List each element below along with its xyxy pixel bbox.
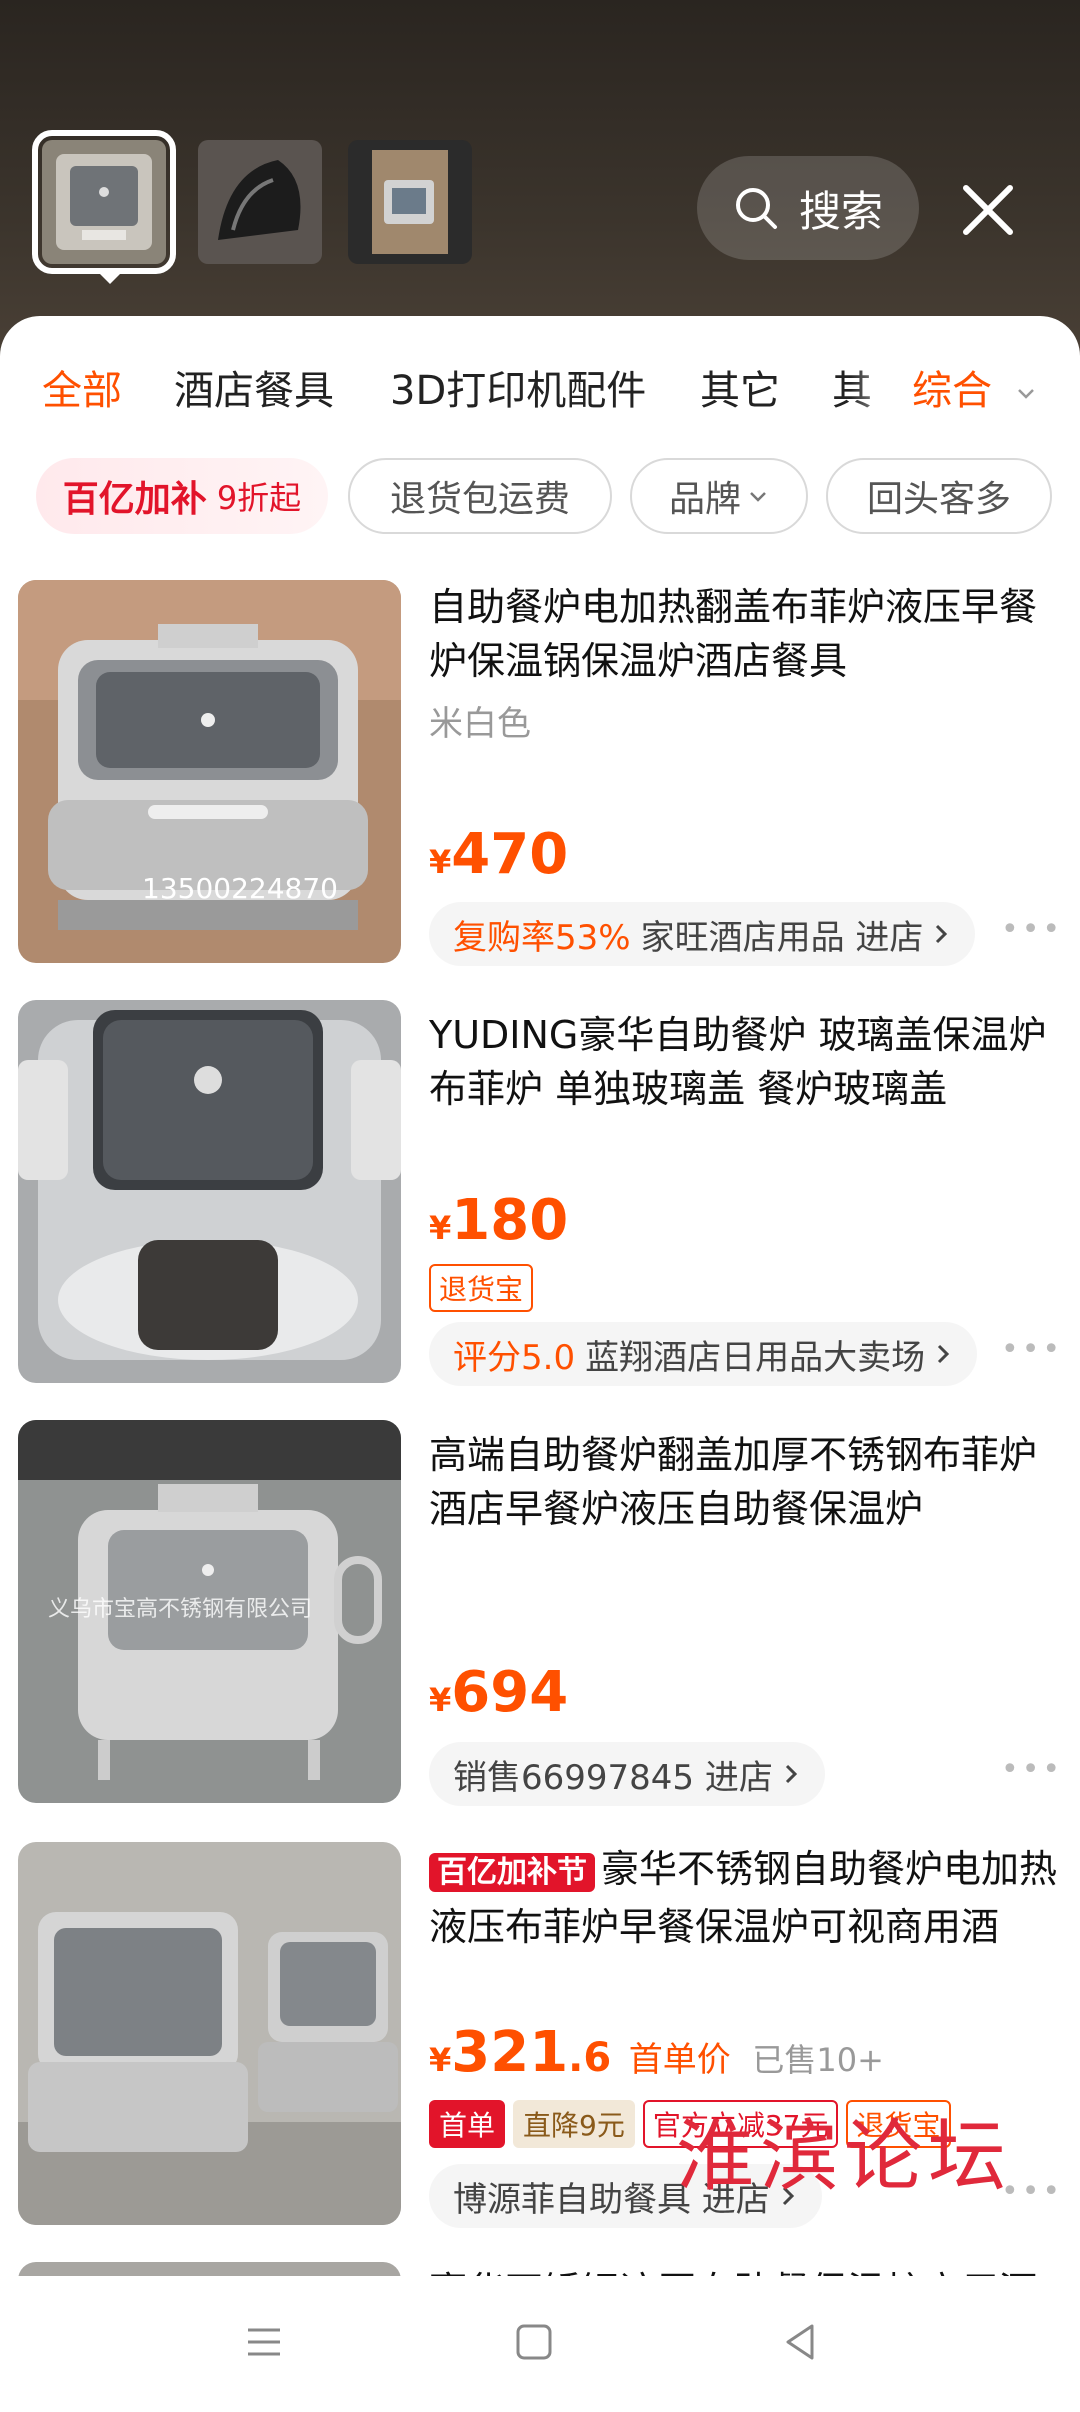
product-card[interactable]: 13500224870 自助餐炉电加热翻盖布菲炉液压早餐炉保温锅保温炉酒店餐具 … <box>18 580 1062 970</box>
search-button[interactable]: 搜索 <box>697 156 919 260</box>
more-icon[interactable]: ••• <box>1001 1752 1063 1787</box>
product-price: ¥180 <box>429 1188 568 1253</box>
product-title: 百亿加补节 豪华不锈钢自助餐炉电加热液压布菲炉早餐保温炉可视商用酒 <box>429 1842 1069 1954</box>
image-watermark-text: 义乌市宝高不锈钢有限公司 <box>48 1597 312 1622</box>
chevron-right-icon <box>936 924 948 944</box>
price-value: 470 <box>451 822 569 887</box>
chip-brand-label: 品牌 <box>668 479 741 520</box>
image-phone-text: 13500224870 <box>142 872 338 905</box>
chevron-down-icon <box>750 492 766 502</box>
store-link[interactable]: 评分5.0 蓝翔酒店日用品大卖场 <box>429 1322 978 1386</box>
currency-symbol: ¥ <box>429 1209 452 1247</box>
product-price: ¥470 <box>429 822 568 887</box>
store-rating: 评分5.0 <box>453 1337 576 1378</box>
first-order-price-label: 首单价 <box>628 2040 731 2080</box>
product-image[interactable]: 义乌市宝高不锈钢有限公司 <box>18 1420 401 1803</box>
search-icon <box>735 188 777 229</box>
chafing-dish-photo: 13500224870 <box>18 580 401 963</box>
category-tabs: 全部 酒店餐具 3D打印机配件 其它 其 综合 <box>0 340 1080 420</box>
price-value: 694 <box>451 1660 569 1725</box>
home-icon[interactable] <box>514 2322 554 2362</box>
glass-lid-photo <box>18 1000 401 1383</box>
product-price: ¥321.6 首单价 已售10+ <box>429 2020 884 2085</box>
product-variant: 米白色 <box>429 704 531 744</box>
sort-label: 综合 <box>912 368 992 414</box>
thumbnail-pointer <box>96 270 124 284</box>
search-label: 搜索 <box>798 186 883 236</box>
product-price: ¥694 <box>429 1660 568 1725</box>
billion-subsidy-badge: 百亿加补节 <box>429 1853 595 1892</box>
forum-watermark: 淮滨论坛 <box>676 2112 1013 2202</box>
chip-brand[interactable]: 品牌 <box>630 458 808 534</box>
price-value: 180 <box>451 1188 569 1253</box>
store-name: 销售66997845 进店 <box>453 1757 773 1798</box>
close-icon[interactable] <box>960 182 1016 238</box>
chip-billion-subsidy[interactable]: 百亿加补 9折起 <box>36 458 328 534</box>
photo-shoe <box>198 140 322 264</box>
menu-icon[interactable] <box>244 2322 284 2362</box>
more-icon[interactable]: ••• <box>1001 1332 1063 1367</box>
return-insurance-tag: 退货宝 <box>429 1264 534 1312</box>
system-nav-bar <box>0 2276 1080 2412</box>
promo-sub-label: 9折起 <box>216 479 302 517</box>
first-order-tag: 首单 <box>429 2100 506 2148</box>
product-title: 自助餐炉电加热翻盖布菲炉液压早餐炉保温锅保温炉酒店餐具 <box>429 585 1038 683</box>
product-image[interactable]: 13500224870 <box>18 580 401 963</box>
currency-symbol: ¥ <box>429 1681 452 1719</box>
chip-repeat-customers[interactable]: 回头客多 <box>826 458 1052 534</box>
product-title: YUDING豪华自助餐炉 玻璃盖保温炉布菲炉 单独玻璃盖 餐炉玻璃盖 <box>429 1013 1047 1111</box>
photo-thumbnail[interactable] <box>198 140 322 264</box>
chevron-right-icon <box>938 1344 950 1364</box>
store-link[interactable]: 复购率53% 家旺酒店用品 进店 <box>429 902 976 966</box>
product-image[interactable] <box>18 1000 401 1383</box>
more-icon[interactable]: ••• <box>1001 912 1063 947</box>
store-name: 家旺酒店用品 进店 <box>640 917 924 958</box>
chevron-down-icon <box>1017 389 1034 399</box>
currency-symbol: ¥ <box>429 2041 452 2079</box>
product-card[interactable]: 义乌市宝高不锈钢有限公司 高端自助餐炉翻盖加厚不锈钢布菲炉酒店早餐炉液压自助餐保… <box>18 1420 1062 1810</box>
chip-free-return-shipping[interactable]: 退货包运费 <box>348 458 612 534</box>
product-image[interactable] <box>18 1842 401 2225</box>
tab-other[interactable]: 其它 <box>700 358 780 416</box>
tabs-fade <box>850 340 910 420</box>
chafing-dish-pair-photo <box>18 1842 401 2225</box>
sort-dropdown[interactable]: 综合 <box>912 358 1037 416</box>
product-title: 高端自助餐炉翻盖加厚不锈钢布菲炉酒店早餐炉液压自助餐保温炉 <box>429 1433 1038 1531</box>
currency-symbol: ¥ <box>429 843 452 881</box>
repurchase-rate: 复购率53% <box>453 917 631 958</box>
chevron-right-icon <box>785 1764 797 1784</box>
photo-chafing-dish-2 <box>348 140 472 264</box>
photo-thumbnail[interactable] <box>348 140 472 264</box>
chafing-dish-photo: 义乌市宝高不锈钢有限公司 <box>18 1420 401 1803</box>
store-link[interactable]: 销售66997845 进店 <box>429 1742 825 1806</box>
tab-3d-printer-parts[interactable]: 3D打印机配件 <box>390 358 646 416</box>
back-icon[interactable] <box>780 2322 820 2362</box>
sold-count: 已售10+ <box>752 2041 884 2079</box>
store-name: 蓝翔酒店日用品大卖场 <box>585 1337 926 1378</box>
tab-all[interactable]: 全部 <box>42 358 122 416</box>
price-drop-tag: 直降9元 <box>513 2100 635 2148</box>
promo-main-label: 百亿加补 <box>62 479 207 520</box>
photo-chafing-dish <box>42 140 166 264</box>
product-card[interactable]: YUDING豪华自助餐炉 玻璃盖保温炉布菲炉 单独玻璃盖 餐炉玻璃盖 ¥180 … <box>18 1000 1062 1390</box>
price-decimal: .6 <box>568 2035 612 2081</box>
price-value: 321 <box>451 2020 569 2085</box>
tab-hotel-tableware[interactable]: 酒店餐具 <box>174 358 334 416</box>
photo-thumbnail-selected[interactable] <box>32 130 176 274</box>
